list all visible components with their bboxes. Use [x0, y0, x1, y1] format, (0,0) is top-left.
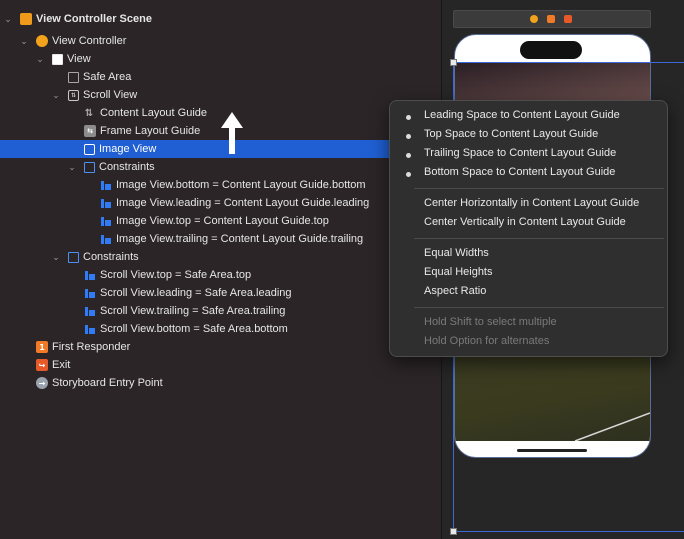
outline-row-constraints[interactable]: ⌄ Constraints [0, 158, 441, 176]
chevron-down-icon[interactable]: ⌄ [50, 90, 62, 101]
outline-row-safe-area[interactable]: Safe Area [0, 68, 441, 86]
constraints-icon [84, 161, 95, 173]
menu-item-center-vertically[interactable]: Center Vertically in Content Layout Guid… [424, 213, 626, 231]
outline-row-view-controller[interactable]: ⌄ View Controller [0, 32, 441, 50]
outline-label: Image View.trailing = Content Layout Gui… [116, 233, 364, 245]
outline-label: View [67, 53, 91, 65]
dynamic-island [520, 41, 582, 59]
view-icon [52, 53, 63, 65]
outline-label: Content Layout Guide [100, 107, 208, 119]
menu-separator [414, 238, 664, 239]
safe-area-icon [68, 71, 79, 83]
checked-bullet-icon [406, 172, 411, 177]
image-view-icon [84, 143, 95, 155]
outline-row-constraint[interactable]: Scroll View.leading = Safe Area.leading [0, 284, 441, 302]
menu-separator [414, 307, 664, 308]
outline-label: Storyboard Entry Point [52, 377, 163, 389]
chevron-down-icon[interactable]: ⌄ [2, 14, 14, 25]
menu-item-bottom-space[interactable]: Bottom Space to Content Layout Guide [424, 163, 615, 181]
constraint-icon [100, 197, 112, 209]
menu-item-aspect-ratio[interactable]: Aspect Ratio [424, 282, 486, 300]
outline-row-entry-point[interactable]: → Storyboard Entry Point [0, 374, 441, 392]
chevron-down-icon[interactable]: ⌄ [34, 54, 46, 65]
menu-item-center-horizontally[interactable]: Center Horizontally in Content Layout Gu… [424, 194, 639, 212]
view-controller-icon [36, 35, 48, 47]
outline-label: View Controller [52, 35, 127, 47]
menu-separator [414, 188, 664, 189]
layout-guide-icon: ⇅ [84, 107, 94, 119]
outline-row-first-responder[interactable]: 1 First Responder [0, 338, 441, 356]
menu-item-trailing-space[interactable]: Trailing Space to Content Layout Guide [424, 144, 616, 162]
document-outline: ⌄ View Controller Scene ⌄ View Controlle… [0, 0, 441, 539]
outline-label: Scroll View.trailing = Safe Area.trailin… [100, 305, 286, 317]
constraint-icon [84, 323, 96, 335]
first-responder-icon[interactable] [547, 15, 555, 23]
home-indicator [517, 449, 587, 452]
constraint-icon [100, 233, 112, 245]
outline-label: Frame Layout Guide [100, 125, 201, 137]
outline-label: Image View [99, 143, 157, 155]
outline-label: Scroll View [83, 89, 138, 101]
outline-row-constraint[interactable]: Scroll View.top = Safe Area.top [0, 266, 441, 284]
entry-point-icon: → [36, 377, 48, 389]
constraint-popup-menu: Leading Space to Content Layout Guide To… [389, 100, 668, 357]
constraint-icon [84, 287, 96, 299]
scene-icon [20, 13, 32, 25]
outline-label: Scroll View.leading = Safe Area.leading [100, 287, 292, 299]
outline-row-exit[interactable]: ↪ Exit [0, 356, 441, 374]
outline-row-view[interactable]: ⌄ View [0, 50, 441, 68]
constraint-icon [100, 179, 112, 191]
menu-item-equal-widths[interactable]: Equal Widths [424, 244, 489, 262]
first-responder-icon: 1 [36, 341, 48, 353]
chevron-down-icon[interactable]: ⌄ [50, 252, 62, 263]
outline-row-constraint[interactable]: Scroll View.bottom = Safe Area.bottom [0, 320, 441, 338]
scroll-view-icon: ⇅ [68, 89, 79, 101]
outline-label: Scroll View.top = Safe Area.top [100, 269, 252, 281]
outline-label: View Controller Scene [36, 13, 152, 25]
view-controller-icon[interactable] [530, 15, 538, 23]
outline-label: Constraints [83, 251, 139, 263]
outline-label: Image View.top = Content Layout Guide.to… [116, 215, 329, 227]
menu-hint-option: Hold Option for alternates [424, 335, 550, 347]
constraint-icon [84, 269, 96, 281]
scene-dock [453, 10, 651, 28]
chevron-down-icon[interactable]: ⌄ [18, 36, 30, 47]
outline-row-constraint[interactable]: Image View.top = Content Layout Guide.to… [0, 212, 441, 230]
constraints-icon [68, 251, 79, 263]
exit-icon[interactable] [564, 15, 572, 23]
outline-label: First Responder [52, 341, 131, 353]
checked-bullet-icon [406, 134, 411, 139]
outline-row-scene[interactable]: ⌄ View Controller Scene [0, 10, 441, 28]
outline-label: Image View.leading = Content Layout Guid… [116, 197, 370, 209]
menu-item-top-space[interactable]: Top Space to Content Layout Guide [424, 125, 598, 143]
outline-label: Exit [52, 359, 71, 371]
menu-item-leading-space[interactable]: Leading Space to Content Layout Guide [424, 106, 620, 124]
resize-handle[interactable] [450, 528, 457, 535]
outline-row-constraint[interactable]: Image View.bottom = Content Layout Guide… [0, 176, 441, 194]
checked-bullet-icon [406, 115, 411, 120]
outline-row-constraint[interactable]: Image View.leading = Content Layout Guid… [0, 194, 441, 212]
frame-guide-icon: ⇆ [84, 125, 96, 137]
menu-item-equal-heights[interactable]: Equal Heights [424, 263, 493, 281]
outline-row-constraint[interactable]: Image View.trailing = Content Layout Gui… [0, 230, 441, 248]
checked-bullet-icon [406, 153, 411, 158]
constraint-icon [84, 305, 96, 317]
outline-row-constraints[interactable]: ⌄ Constraints [0, 248, 441, 266]
chevron-down-icon[interactable]: ⌄ [66, 162, 78, 173]
outline-row-constraint[interactable]: Scroll View.trailing = Safe Area.trailin… [0, 302, 441, 320]
exit-icon: ↪ [36, 359, 48, 371]
outline-row-image-view[interactable]: Image View [0, 140, 390, 158]
outline-row-scroll-view[interactable]: ⌄ ⇅ Scroll View [0, 86, 441, 104]
menu-hint-shift: Hold Shift to select multiple [424, 316, 557, 328]
drag-arrow-icon [221, 112, 243, 154]
outline-label: Image View.bottom = Content Layout Guide… [116, 179, 366, 191]
constraint-icon [100, 215, 112, 227]
outline-label: Constraints [99, 161, 155, 173]
outline-label: Scroll View.bottom = Safe Area.bottom [100, 323, 288, 335]
outline-label: Safe Area [83, 71, 132, 83]
